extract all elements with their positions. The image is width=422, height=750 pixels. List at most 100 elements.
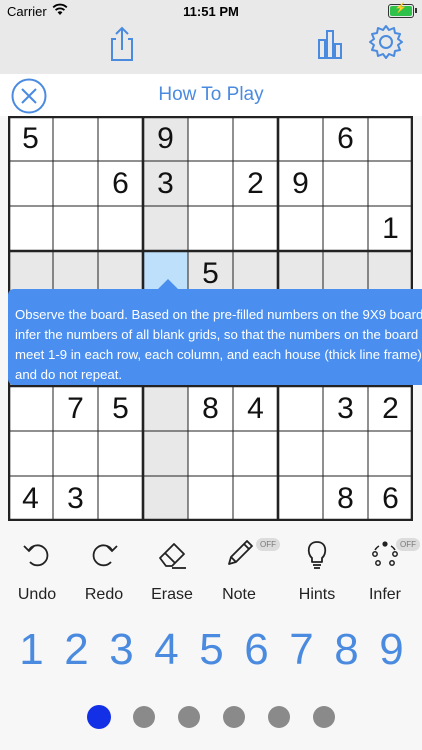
callout-pointer: [158, 279, 178, 289]
cell-r3-c2[interactable]: [53, 206, 98, 251]
cell-r9-c3[interactable]: [98, 476, 143, 521]
erase-button[interactable]: Erase: [139, 530, 205, 606]
cell-r8-c2[interactable]: [53, 431, 98, 476]
number-7-button[interactable]: 7: [279, 622, 324, 678]
page-dot[interactable]: [268, 706, 290, 728]
cell-r8-c8[interactable]: [323, 431, 368, 476]
cell-r3-c4[interactable]: [143, 206, 188, 251]
cell-r8-c5[interactable]: [188, 431, 233, 476]
cell-r3-c7[interactable]: [278, 206, 323, 251]
cell-r2-c5[interactable]: [188, 161, 233, 206]
erase-label: Erase: [151, 586, 193, 603]
note-off-badge: OFF: [256, 538, 280, 551]
number-pad: 1 2 3 4 5 6 7 8 9: [0, 622, 422, 682]
how-to-play-header: How To Play: [0, 74, 422, 116]
stats-button[interactable]: [308, 22, 352, 66]
cell-r3-c5[interactable]: [188, 206, 233, 251]
cell-r7-c7[interactable]: [278, 386, 323, 431]
number-6-button[interactable]: 6: [234, 622, 279, 678]
settings-button[interactable]: [364, 22, 408, 66]
page-dot[interactable]: [178, 706, 200, 728]
cell-r2-c1[interactable]: [8, 161, 53, 206]
pencil-icon: [228, 540, 253, 565]
redo-label: Redo: [84, 586, 124, 603]
cell-r8-c3[interactable]: [98, 431, 143, 476]
cell-r7-c5[interactable]: 8: [188, 386, 233, 431]
page-indicator: [0, 705, 422, 730]
tools-row: Undo Redo Erase OFF Note Hints OFF Infer: [0, 530, 422, 610]
cell-r1-c6[interactable]: [233, 116, 278, 161]
redo-button[interactable]: Redo: [71, 530, 137, 606]
infer-button[interactable]: OFF Infer: [352, 530, 420, 606]
page-dot[interactable]: [87, 705, 111, 729]
cell-r3-c9[interactable]: 1: [368, 206, 413, 251]
cell-r2-c9[interactable]: [368, 161, 413, 206]
cell-r8-c4[interactable]: [143, 431, 188, 476]
clock: 11:51 PM: [183, 4, 239, 19]
cell-r8-c9[interactable]: [368, 431, 413, 476]
hints-button[interactable]: Hints: [284, 530, 350, 606]
top-toolbar: [0, 22, 422, 75]
cell-r1-c2[interactable]: [53, 116, 98, 161]
number-4-button[interactable]: 4: [144, 622, 189, 678]
cell-r9-c8[interactable]: 8: [323, 476, 368, 521]
cell-r2-c8[interactable]: [323, 161, 368, 206]
cell-r1-c5[interactable]: [188, 116, 233, 161]
number-1-button[interactable]: 1: [9, 622, 54, 678]
cell-r3-c8[interactable]: [323, 206, 368, 251]
cell-r8-c7[interactable]: [278, 431, 323, 476]
cell-r1-c4[interactable]: 9: [143, 116, 188, 161]
hints-label: Hints: [298, 586, 336, 603]
infer-label: Infer: [368, 586, 401, 603]
cell-r1-c9[interactable]: [368, 116, 413, 161]
status-bar: Carrier 11:51 PM ⚡: [0, 0, 422, 22]
cell-r9-c9[interactable]: 6: [368, 476, 413, 521]
undo-icon: [23, 544, 49, 567]
cell-r2-c6[interactable]: 2: [233, 161, 278, 206]
cell-r9-c6[interactable]: [233, 476, 278, 521]
cell-r1-c8[interactable]: 6: [323, 116, 368, 161]
cell-r7-c4[interactable]: [143, 386, 188, 431]
page-dot[interactable]: [313, 706, 335, 728]
cell-r7-c2[interactable]: 7: [53, 386, 98, 431]
cell-r1-c3[interactable]: [98, 116, 143, 161]
cell-r9-c1[interactable]: 4: [8, 476, 53, 521]
note-label: Note: [222, 586, 256, 603]
undo-button[interactable]: Undo: [4, 530, 70, 606]
stats-icon: [318, 30, 342, 59]
settings-icon: [369, 25, 403, 59]
number-5-button[interactable]: 5: [189, 622, 234, 678]
cell-r9-c7[interactable]: [278, 476, 323, 521]
number-9-button[interactable]: 9: [369, 622, 414, 678]
eraser-icon: [159, 543, 186, 569]
cell-r7-c3[interactable]: 5: [98, 386, 143, 431]
cell-r1-c7[interactable]: [278, 116, 323, 161]
cell-r7-c9[interactable]: 2: [368, 386, 413, 431]
cell-r8-c6[interactable]: [233, 431, 278, 476]
note-button[interactable]: OFF Note: [206, 530, 280, 606]
cell-r9-c4[interactable]: [143, 476, 188, 521]
cell-r2-c4[interactable]: 3: [143, 161, 188, 206]
cell-r7-c8[interactable]: 3: [323, 386, 368, 431]
page-dot[interactable]: [133, 706, 155, 728]
cell-r3-c6[interactable]: [233, 206, 278, 251]
cell-r3-c1[interactable]: [8, 206, 53, 251]
number-3-button[interactable]: 3: [99, 622, 144, 678]
cell-r2-c7[interactable]: 9: [278, 161, 323, 206]
cell-r8-c1[interactable]: [8, 431, 53, 476]
cell-r7-c6[interactable]: 4: [233, 386, 278, 431]
cell-r3-c3[interactable]: [98, 206, 143, 251]
how-to-play-title: How To Play: [158, 84, 264, 105]
share-button[interactable]: [100, 22, 144, 66]
page-dot[interactable]: [223, 706, 245, 728]
number-8-button[interactable]: 8: [324, 622, 369, 678]
cell-r1-c1[interactable]: 5: [8, 116, 53, 161]
number-2-button[interactable]: 2: [54, 622, 99, 678]
cell-r2-c3[interactable]: 6: [98, 161, 143, 206]
cell-r9-c5[interactable]: [188, 476, 233, 521]
battery-icon: ⚡: [388, 3, 417, 18]
cell-r9-c2[interactable]: 3: [53, 476, 98, 521]
redo-icon: [92, 544, 118, 567]
cell-r7-c1[interactable]: [8, 386, 53, 431]
cell-r2-c2[interactable]: [53, 161, 98, 206]
